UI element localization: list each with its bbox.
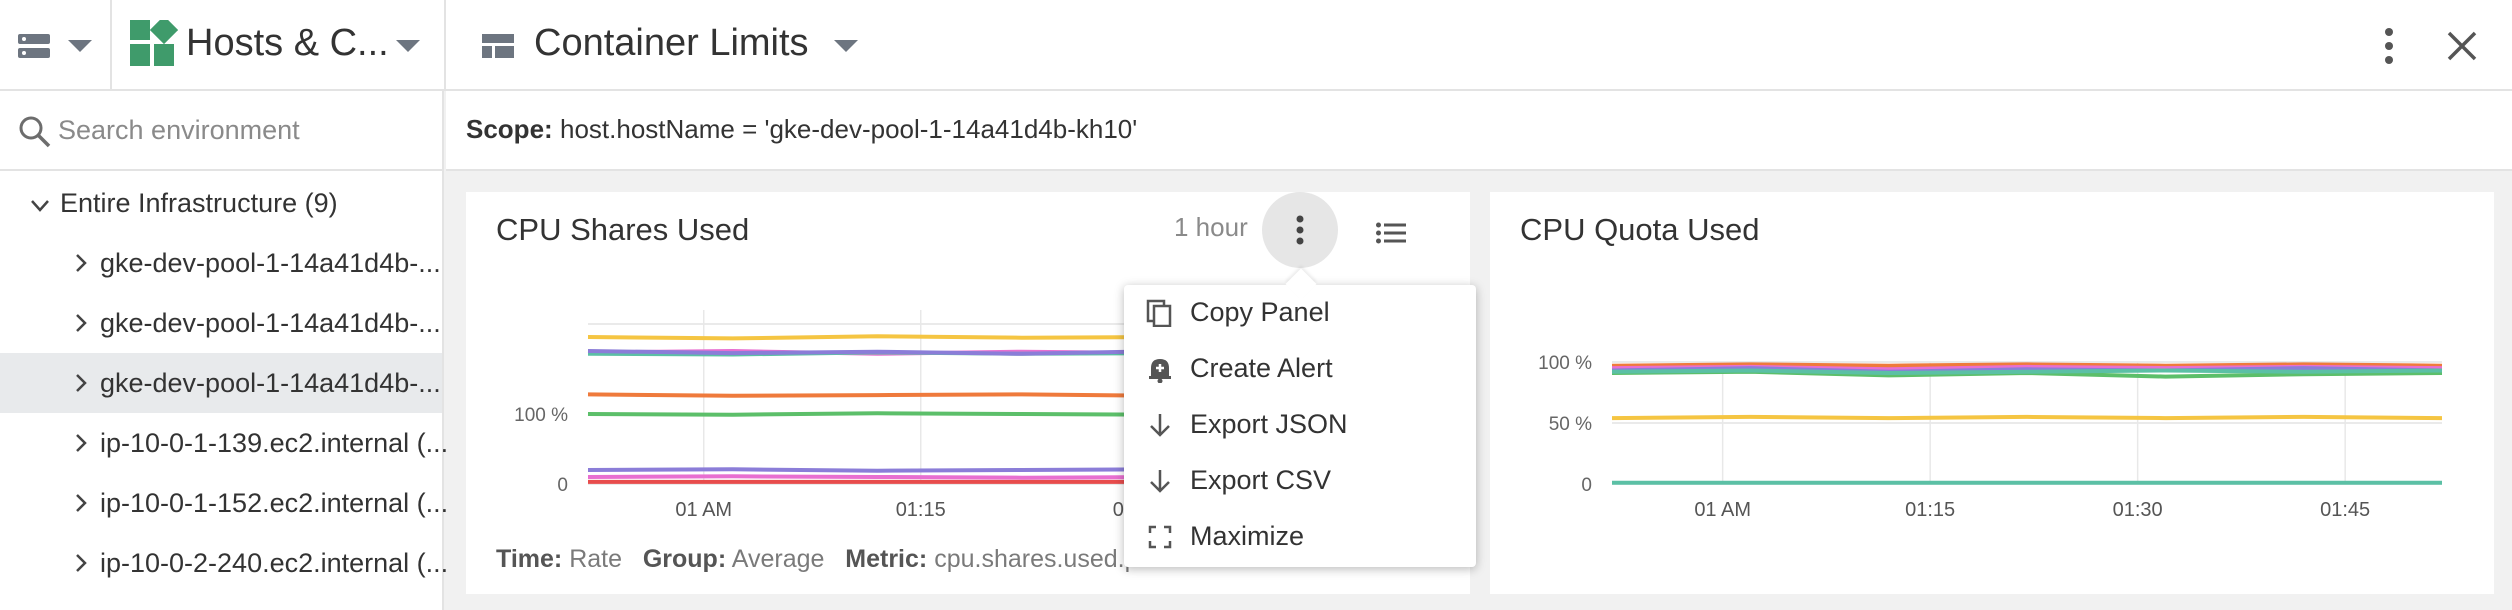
more-vertical-icon[interactable] — [2382, 26, 2396, 71]
hosts-containers-icon — [130, 15, 179, 75]
download-arrow-icon — [1150, 414, 1170, 437]
dashboard-title[interactable]: Container Limits — [534, 22, 809, 65]
tree-item-host[interactable]: ip-10-0-1-139.ec2.internal (... — [0, 413, 448, 473]
metric-value: cpu.shares.used.pe — [934, 545, 1153, 573]
tree-item-label: ip-10-0-1-152.ec2.internal (... — [100, 488, 449, 518]
tree-item-label: ip-10-0-2-240.ec2.internal (... — [100, 548, 449, 578]
y-tick-label: 0 — [557, 475, 568, 496]
scope-value[interactable]: host.hostName = 'gke-dev-pool-1-14a41d4b… — [560, 114, 1137, 145]
menu-item-copy-panel[interactable]: Copy Panel — [1124, 285, 1476, 341]
series-line — [1611, 368, 2443, 375]
search-icon — [18, 115, 52, 156]
menu-item-label: Create Alert — [1190, 353, 1333, 383]
maximize-icon — [1148, 525, 1172, 549]
time-value: Rate — [569, 545, 622, 573]
chevron-right-icon — [76, 494, 87, 512]
menu-item-create-alert[interactable]: Create Alert — [1124, 341, 1476, 397]
chevron-right-icon — [76, 374, 87, 392]
y-tick-label: 0 — [1581, 475, 1592, 496]
chevron-down-icon[interactable] — [66, 38, 94, 59]
panel-footer: Time: Rate Group: Average Metric: cpu.sh… — [496, 545, 1152, 574]
tree-item-host[interactable]: ip-10-0-2-240.ec2.internal (... — [0, 533, 448, 593]
group-value: Average — [731, 545, 825, 573]
y-tick-label: 50 % — [1549, 414, 1592, 435]
sidebar: Search environment Entire Infrastructure… — [0, 91, 448, 610]
tree-item-host[interactable]: gke-dev-pool-1-14a41d4b-... — [0, 293, 442, 353]
menu-item-label: Copy Panel — [1190, 297, 1330, 327]
search-placeholder: Search environment — [58, 115, 300, 145]
chevron-right-icon — [76, 554, 87, 572]
y-tick-label: 100 % — [1538, 353, 1592, 374]
chevron-right-icon — [76, 254, 87, 272]
metric-key: Metric: — [845, 545, 928, 573]
chevron-down-icon[interactable] — [832, 38, 860, 59]
scope-bar: Scope: host.hostName = 'gke-dev-pool-1-1… — [446, 91, 2512, 171]
panel-context-menu: Copy Panel Create Alert Export JSON Expo… — [1124, 285, 1476, 567]
y-tick-label: 100 % — [514, 405, 568, 426]
menu-item-label: Export JSON — [1190, 409, 1348, 439]
tree-item-label: ip-10-0-1-139.ec2.internal (... — [100, 428, 449, 458]
tree-item-label: gke-dev-pool-1-14a41d4b-... — [100, 248, 441, 278]
menu-item-export-json[interactable]: Export JSON — [1124, 397, 1476, 453]
menu-item-label: Maximize — [1190, 521, 1305, 551]
copy-icon — [1146, 299, 1172, 327]
tree-item-host[interactable]: gke-dev-pool-1-14a41d4b-... — [0, 233, 442, 293]
x-tick-label: 01:30 — [2113, 499, 2163, 521]
time-key: Time: — [496, 545, 563, 573]
divider — [110, 0, 112, 91]
divider — [444, 0, 446, 91]
x-tick-label: 01 AM — [1694, 499, 1751, 521]
tree-root-label: Entire Infrastructure (9) — [60, 188, 338, 218]
scope-label: Scope: — [466, 114, 553, 144]
close-icon[interactable] — [2446, 30, 2478, 67]
top-bar: Hosts & C... Container Limits — [0, 0, 2512, 91]
menu-item-maximize[interactable]: Maximize — [1124, 509, 1476, 565]
alert-bell-icon — [1149, 359, 1171, 383]
tree-item-label: gke-dev-pool-1-14a41d4b-... — [100, 368, 441, 398]
tree-item-label: gke-dev-pool-1-14a41d4b-... — [100, 308, 441, 338]
chevron-down-icon — [31, 200, 49, 212]
chevron-right-icon — [76, 314, 87, 332]
menu-item-export-csv[interactable]: Export CSV — [1124, 453, 1476, 509]
dashboard-icon — [482, 34, 514, 63]
x-tick-label: 01 AM — [675, 499, 732, 521]
tree-item-host[interactable]: gke-dev-pool-1-14a41d4b-... — [0, 353, 442, 413]
x-tick-label: 01:15 — [896, 499, 946, 521]
tree-item-host[interactable]: ip-10-0-1-152.ec2.internal (... — [0, 473, 448, 533]
chevron-down-icon[interactable] — [394, 38, 422, 59]
panel-cpu-quota-used: CPU Quota Used 0 50 % 100 % 01 AM 01:15 01:30… — [1490, 192, 2494, 594]
cpu-quota-chart: 0 50 % 100 % 01 AM 01:15 01:30 01:45 — [1538, 353, 2443, 521]
search-environment-input[interactable]: Search environment — [0, 91, 442, 171]
series-line — [1611, 414, 2443, 421]
x-tick-label: 01:15 — [1905, 499, 1955, 521]
dashboard-list-icon[interactable] — [18, 32, 50, 65]
chevron-right-icon — [76, 434, 87, 452]
download-arrow-icon — [1150, 470, 1170, 493]
breadcrumb-title[interactable]: Hosts & C... — [186, 22, 389, 65]
x-tick-label: 01:45 — [2320, 499, 2370, 521]
tree-root-entire-infrastructure[interactable]: Entire Infrastructure (9) — [0, 173, 442, 233]
group-key: Group: — [642, 545, 727, 573]
menu-item-label: Export CSV — [1190, 465, 1332, 495]
